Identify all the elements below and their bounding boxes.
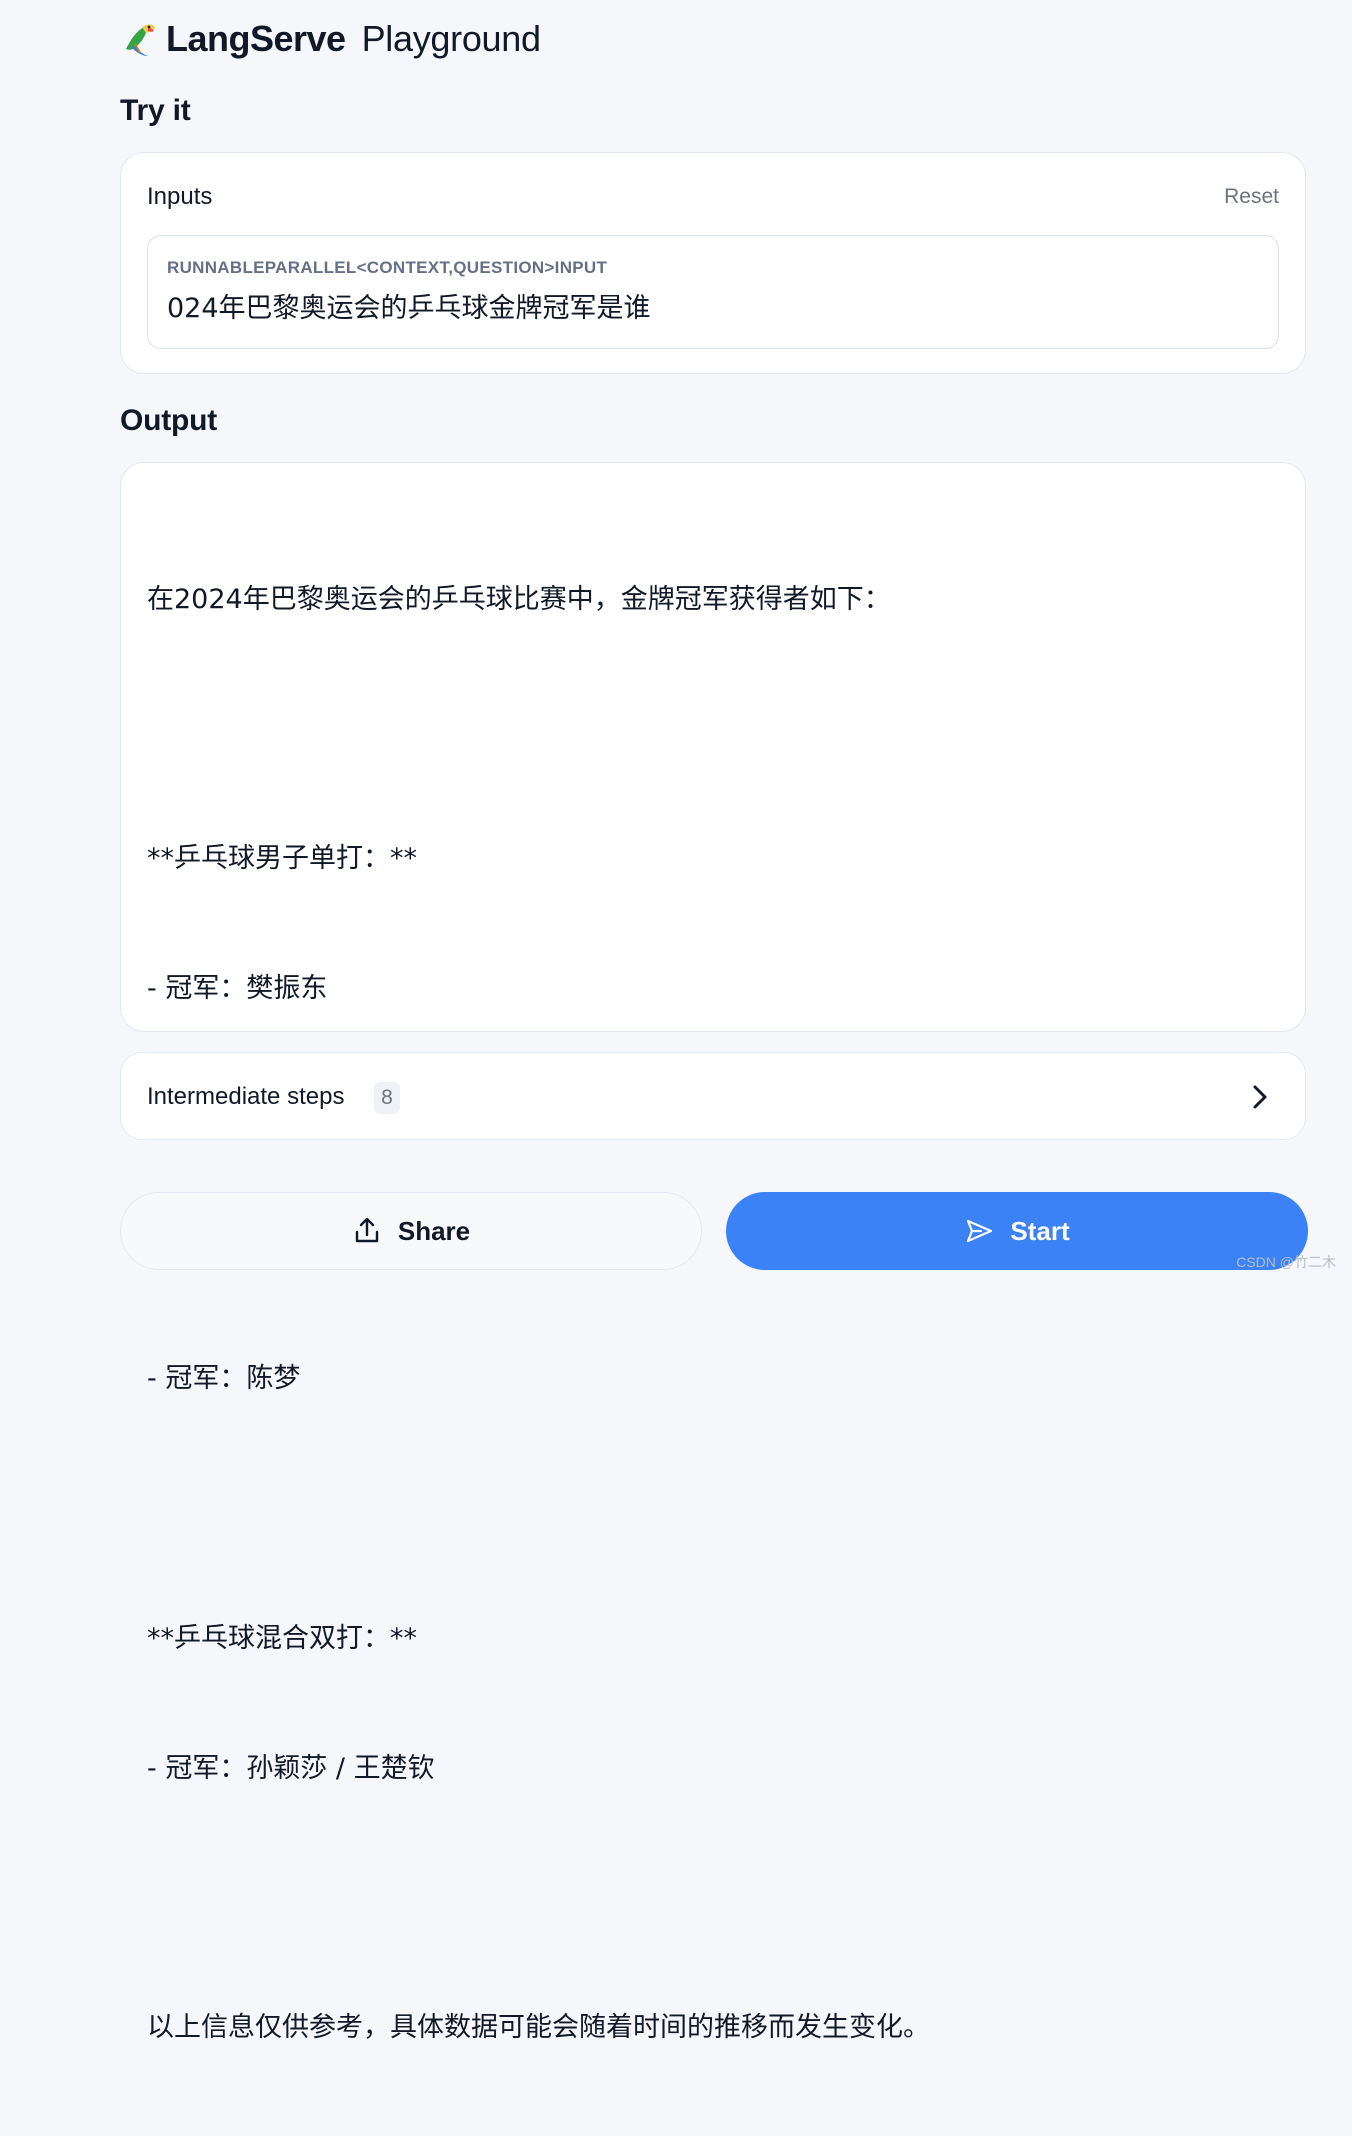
intermediate-steps-toggle[interactable]: Intermediate steps 8 xyxy=(120,1052,1306,1140)
share-icon xyxy=(355,1217,379,1243)
question-field-container[interactable]: RUNNABLEPARALLEL<CONTEXT,QUESTION>INPUT xyxy=(147,235,1279,349)
output-line: - 冠军：樊振东 xyxy=(147,973,328,1005)
brand-name: LangServe xyxy=(166,18,346,59)
output-text: 在2024年巴黎奥运会的乒乓球比赛中，金牌冠军获得者如下： **乒乓球男子单打：… xyxy=(147,491,1279,2136)
inputs-label: Inputs xyxy=(147,183,213,210)
send-icon xyxy=(967,1219,993,1243)
brand-subtitle: Playground xyxy=(361,18,541,59)
output-line: **乒乓球混合双打：** xyxy=(147,1622,417,1654)
try-it-title: Try it xyxy=(120,94,191,127)
inputs-card: Inputs Reset RUNNABLEPARALLEL<CONTEXT,QU… xyxy=(120,152,1306,374)
start-label: Start xyxy=(1010,1215,1070,1246)
watermark: CSDN @竹二木 xyxy=(1236,1254,1336,1270)
start-button[interactable]: Start xyxy=(726,1192,1308,1270)
output-line: - 冠军：陈梦 xyxy=(147,1362,301,1394)
output-line: **乒乓球男子单打：** xyxy=(147,843,417,875)
output-line: 以上信息仅供参考，具体数据可能会随着时间的推移而发生变化。 xyxy=(147,2012,930,2044)
output-card: 在2024年巴黎奥运会的乒乓球比赛中，金牌冠军获得者如下： **乒乓球男子单打：… xyxy=(120,462,1306,2043)
chevron-right-icon[interactable] xyxy=(1249,1083,1271,1111)
question-input[interactable] xyxy=(167,290,1167,321)
steps-count-badge: 8 xyxy=(374,1082,400,1114)
output-title: Output xyxy=(120,404,218,437)
question-field-label: RUNNABLEPARALLEL<CONTEXT,QUESTION>INPUT xyxy=(167,258,608,277)
output-line: - 冠军：孙颖莎 / 王楚钦 xyxy=(147,1752,435,1784)
intermediate-steps-label: Intermediate steps xyxy=(147,1083,345,1110)
reset-button[interactable]: Reset xyxy=(1224,185,1279,209)
share-button[interactable]: Share xyxy=(120,1192,702,1270)
output-line: 在2024年巴黎奥运会的乒乓球比赛中，金牌冠军获得者如下： xyxy=(147,583,891,615)
parrot-icon xyxy=(126,24,155,56)
app-header: LangServe Playground xyxy=(118,18,541,60)
share-label: Share xyxy=(397,1215,471,1246)
